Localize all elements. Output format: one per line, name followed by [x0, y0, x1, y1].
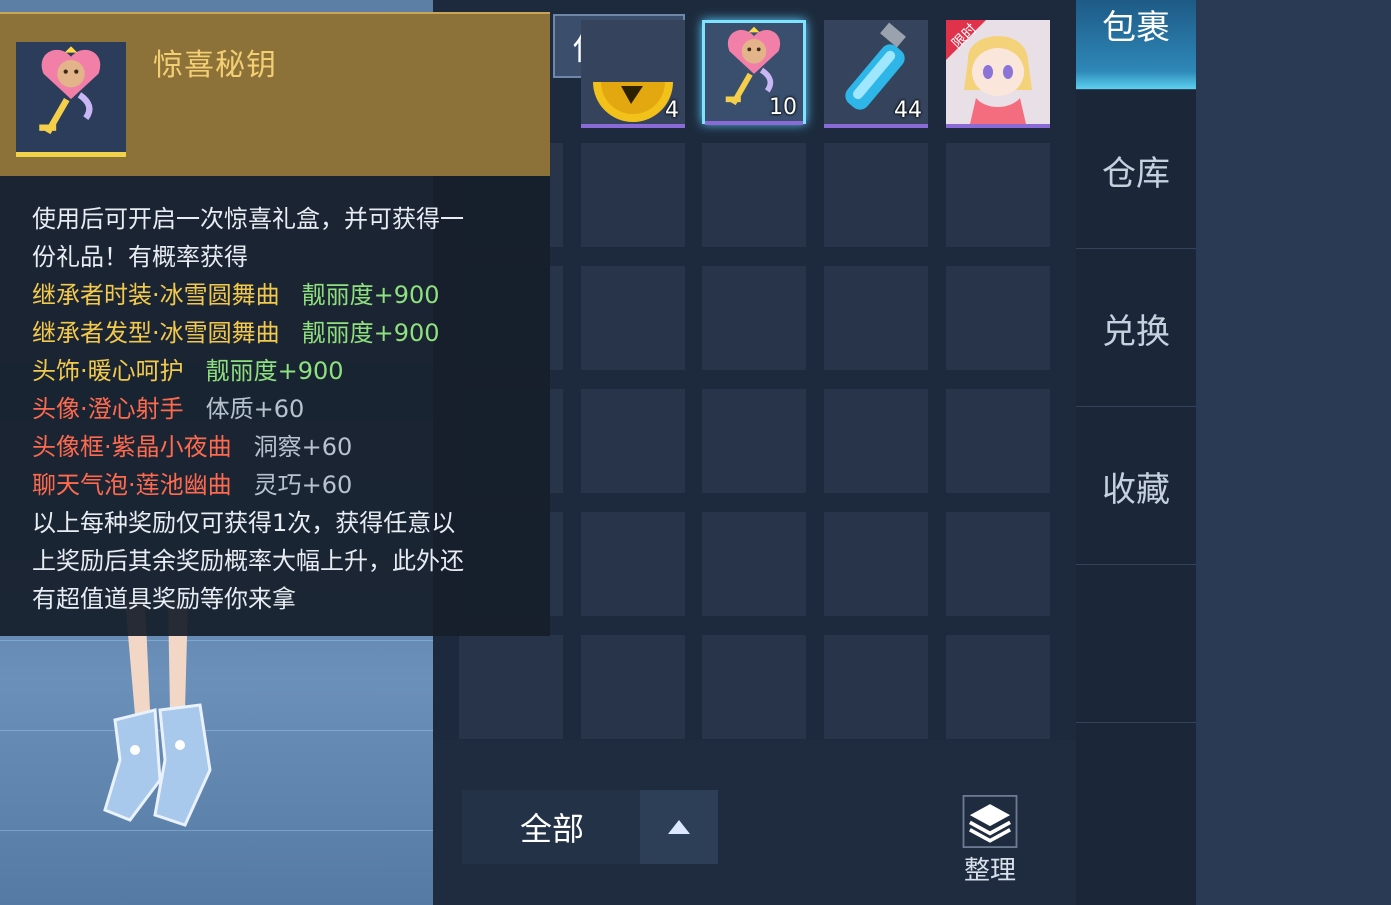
tooltip-item-frame — [16, 42, 126, 157]
inventory-slot-empty[interactable] — [702, 266, 806, 370]
filter-toggle-button[interactable] — [640, 790, 718, 864]
inventory-slot-empty[interactable] — [824, 143, 928, 247]
tab-package[interactable]: 包裹 — [1076, 0, 1196, 90]
reward-line: 头饰·暖心呵护 靓丽度+900 — [32, 352, 532, 390]
rarity-bar — [824, 124, 928, 128]
rarity-bar — [581, 124, 685, 128]
item-tooltip: 惊喜秘钥 使用后可开启一次惊喜礼盒，并可获得一 份礼品！有概率获得 继承者时装·… — [0, 12, 550, 636]
inventory-slot-empty[interactable] — [946, 512, 1050, 616]
triangle-up-icon — [668, 820, 690, 834]
inventory-slot-empty[interactable] — [946, 143, 1050, 247]
description-line: 份礼品！有概率获得 — [32, 243, 248, 271]
reward-line: 头像·澄心射手 体质+60 — [32, 390, 532, 428]
character-avatar — [103, 600, 212, 827]
inventory-slot-empty[interactable] — [459, 635, 563, 739]
inventory-slot-empty[interactable] — [581, 389, 685, 493]
inventory-slot-empty[interactable] — [581, 635, 685, 739]
inventory-slot-empty[interactable] — [581, 266, 685, 370]
inventory-slot-empty[interactable] — [702, 512, 806, 616]
rarity-bar — [946, 124, 1050, 128]
filter-label: 全部 — [519, 810, 584, 848]
tab-favorites[interactable]: 收藏 — [1076, 408, 1196, 565]
footer-line: 有超值道具奖励等你来拿 — [32, 585, 296, 613]
item-name: 惊喜秘钥 — [153, 48, 277, 83]
reward-bonus: 灵巧+60 — [253, 471, 353, 499]
inventory-slot-empty[interactable] — [946, 389, 1050, 493]
item-count: 44 — [894, 98, 922, 123]
reward-name: 头像·澄心射手 — [32, 395, 184, 423]
reward-line: 继承者时装·冰雪圆舞曲 靓丽度+900 — [32, 276, 532, 314]
inventory-slot-empty[interactable] — [946, 266, 1050, 370]
reward-name: 继承者发型·冰雪圆舞曲 — [32, 319, 280, 347]
item-count: 10 — [769, 95, 797, 120]
reward-name: 头像框·紫晶小夜曲 — [32, 433, 232, 461]
footer-line: 上奖励后其余奖励概率大幅上升，此外还 — [32, 547, 464, 575]
inventory-slot-limited-avatar[interactable]: 限时 — [946, 20, 1050, 128]
reward-name: 头饰·暖心呵护 — [32, 357, 184, 385]
reward-bonus: 体质+60 — [205, 395, 305, 423]
tooltip-header: 惊喜秘钥 — [0, 12, 550, 176]
inventory-slot-blue-potion[interactable]: 44 — [824, 20, 928, 128]
inventory-slot-empty[interactable] — [702, 143, 806, 247]
reward-line: 头像框·紫晶小夜曲 洞察+60 — [32, 428, 532, 466]
reward-bonus: 洞察+60 — [253, 433, 353, 461]
inventory-slot-empty[interactable] — [581, 512, 685, 616]
inventory-slot-empty[interactable] — [824, 635, 928, 739]
tab-warehouse[interactable]: 仓库 — [1076, 92, 1196, 249]
tab-empty — [1076, 566, 1196, 723]
inventory-slot-empty[interactable] — [824, 266, 928, 370]
layers-icon — [962, 795, 1018, 848]
inventory-slot-empty[interactable] — [581, 143, 685, 247]
reward-bonus: 靓丽度+900 — [301, 319, 440, 347]
inventory-slot-heart-key[interactable]: 10 — [702, 20, 806, 125]
reward-name: 继承者时装·冰雪圆舞曲 — [32, 281, 280, 309]
sort-button[interactable]: 整理 — [950, 795, 1030, 887]
sort-label: 整理 — [963, 856, 1016, 886]
item-count: 4 — [665, 98, 679, 123]
reward-line: 聊天气泡·莲池幽曲 灵巧+60 — [32, 466, 532, 504]
reward-bonus: 靓丽度+900 — [301, 281, 440, 309]
inventory-slot-empty[interactable] — [824, 389, 928, 493]
tab-exchange[interactable]: 兑换 — [1076, 250, 1196, 407]
inventory-slot-empty[interactable] — [946, 635, 1050, 739]
category-tabs: 包裹 仓库 兑换 收藏 — [1076, 0, 1196, 905]
inventory-slot-empty[interactable] — [702, 389, 806, 493]
reward-line: 继承者发型·冰雪圆舞曲 靓丽度+900 — [32, 314, 532, 352]
inventory-slot-empty[interactable] — [702, 635, 806, 739]
reward-name: 聊天气泡·莲池幽曲 — [32, 471, 232, 499]
rarity-bar — [705, 121, 803, 125]
inventory-slot-gold-coin[interactable]: 4 — [581, 20, 685, 128]
reward-bonus: 靓丽度+900 — [205, 357, 344, 385]
footer-line: 以上每种奖励仅可获得1次，获得任意以 — [32, 509, 456, 537]
description-line: 使用后可开启一次惊喜礼盒，并可获得一 — [32, 205, 464, 233]
tooltip-description: 使用后可开启一次惊喜礼盒，并可获得一 份礼品！有概率获得 继承者时装·冰雪圆舞曲… — [32, 200, 532, 618]
heart-key-icon — [39, 46, 101, 135]
inventory-slot-empty[interactable] — [824, 512, 928, 616]
